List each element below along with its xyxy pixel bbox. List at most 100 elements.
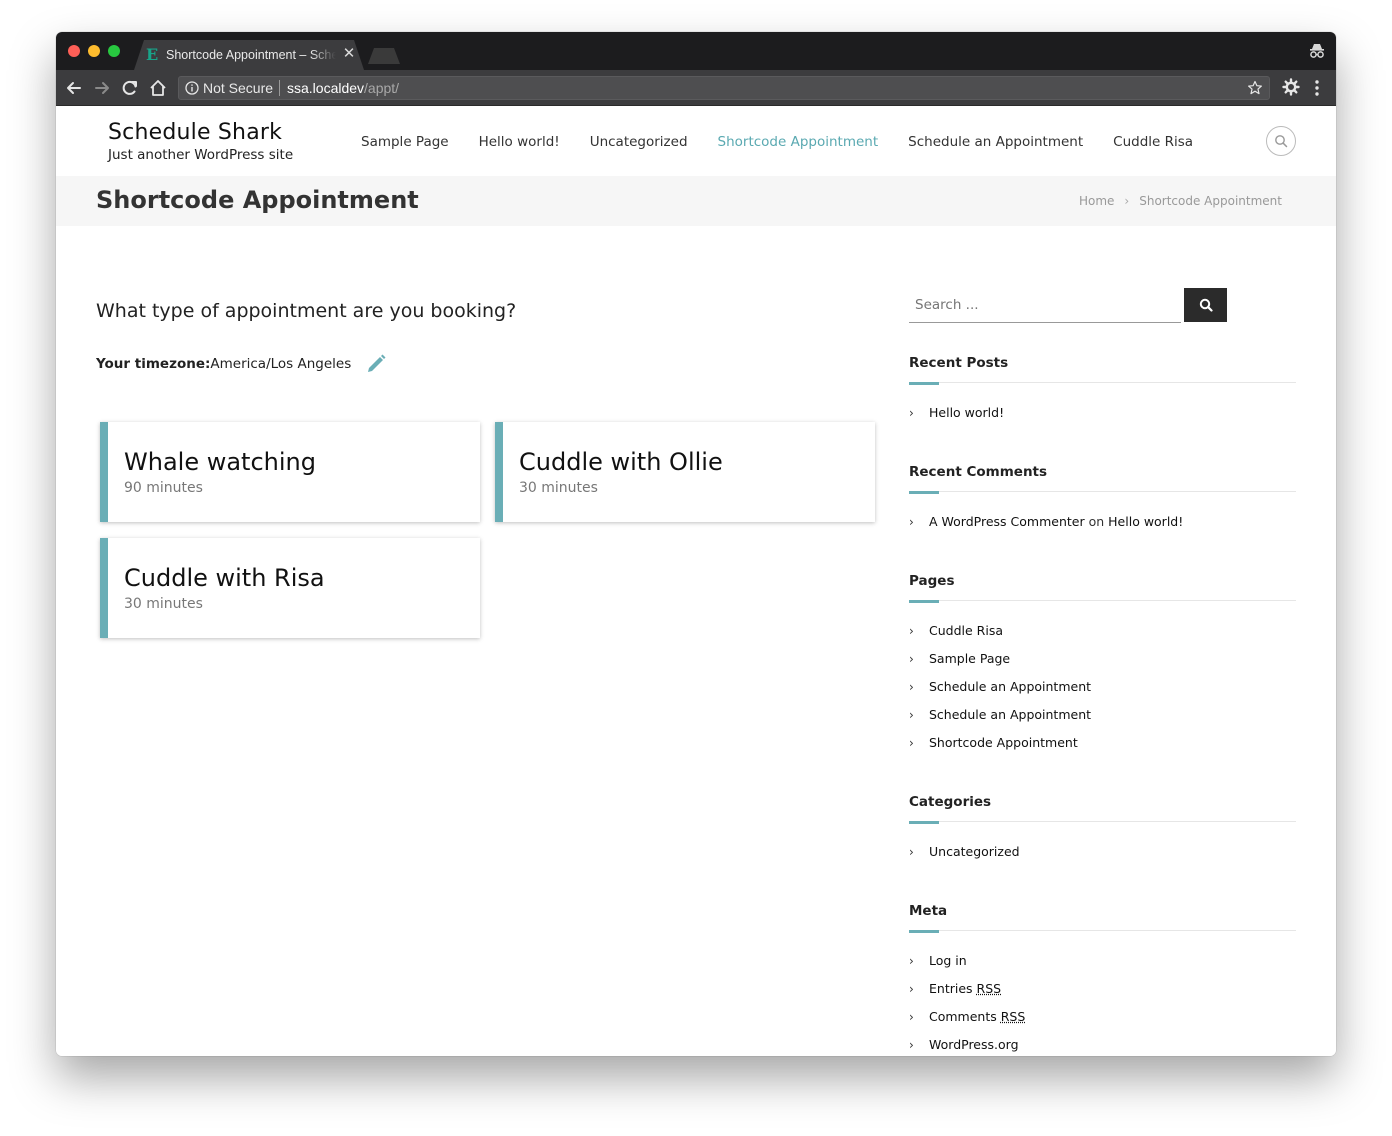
comment-author-link[interactable]: A WordPress Commenter <box>929 514 1085 529</box>
breadcrumb-home[interactable]: Home <box>1079 194 1114 208</box>
widget-title: Recent Posts <box>909 355 1009 371</box>
tab-title[interactable]: Shortcode Appointment – Schedule Shark <box>166 46 336 64</box>
meta-widget: Meta › Log in › Entries RSS › Comments RSS … <box>909 903 1296 1056</box>
widget-divider <box>909 600 1296 603</box>
chevron-right-icon: › <box>909 1038 914 1052</box>
site-title[interactable]: Schedule Shark <box>108 120 282 145</box>
list-item: › Shortcode Appointment <box>909 735 1296 763</box>
page-title: Shortcode Appointment <box>96 186 419 214</box>
login-link[interactable]: Log in <box>929 953 967 968</box>
back-icon[interactable] <box>64 78 84 98</box>
list-item: › Sample Page <box>909 651 1296 679</box>
new-tab-button[interactable] <box>368 48 400 64</box>
chevron-right-icon: › <box>909 736 914 750</box>
page-link[interactable]: Schedule an Appointment <box>929 679 1091 694</box>
pencil-icon[interactable] <box>365 353 387 375</box>
security-status-label: Not Secure <box>203 80 274 96</box>
list-item: › Cuddle Risa <box>909 623 1296 651</box>
widget-title: Pages <box>909 573 955 589</box>
comment-post-link[interactable]: Hello world! <box>1108 514 1183 529</box>
list-item: › Comments RSS <box>909 1009 1296 1037</box>
nav-hello-world[interactable]: Hello world! <box>464 134 575 150</box>
rss-abbr: RSS <box>976 981 1002 996</box>
chevron-right-icon: › <box>909 624 914 638</box>
recent-post-link[interactable]: Hello world! <box>929 405 1004 420</box>
timezone-label: Your timezone: <box>96 356 211 372</box>
appointment-type-title: Whale watching <box>124 448 316 476</box>
chevron-right-icon: › <box>909 515 914 529</box>
star-icon[interactable] <box>1247 80 1263 96</box>
address-bar[interactable]: Not Secure ssa.localdev/appt/ <box>178 76 1270 100</box>
pages-widget: Pages › Cuddle Risa › Sample Page › Schedul… <box>909 573 1296 763</box>
timezone-value: America/Los Angeles <box>210 356 352 372</box>
home-icon[interactable] <box>148 78 168 98</box>
comment-on-text: on <box>1088 514 1105 529</box>
appointment-type-title: Cuddle with Ollie <box>519 448 723 476</box>
breadcrumb: Home › Shortcode Appointment <box>1079 194 1282 208</box>
widget-divider <box>909 821 1296 824</box>
address-url[interactable]: ssa.localdev/appt/ <box>287 79 399 97</box>
recent-posts-widget: Recent Posts › Hello world! <box>909 355 1296 433</box>
minimize-window-button[interactable] <box>88 45 100 57</box>
appointment-type-card[interactable]: Whale watching 90 minutes <box>100 422 480 522</box>
close-window-button[interactable] <box>68 45 80 57</box>
entries-rss-link[interactable]: Entries RSS <box>929 981 1001 996</box>
tab-close-icon[interactable]: ✕ <box>341 45 357 63</box>
widget-divider <box>909 930 1296 933</box>
list-item: › A WordPress Commenter on Hello world! <box>909 514 1296 542</box>
appointment-type-duration: 30 minutes <box>124 596 203 612</box>
header-search-button[interactable] <box>1266 126 1296 156</box>
sidebar-search-input[interactable] <box>909 288 1181 323</box>
web-page: Schedule Shark Just another WordPress si… <box>56 106 1336 1056</box>
page-link[interactable]: Schedule an Appointment <box>929 707 1091 722</box>
browser-titlebar: E Shortcode Appointment – Schedule Shark… <box>56 32 1336 70</box>
incognito-icon <box>1310 44 1324 58</box>
category-link[interactable]: Uncategorized <box>929 844 1020 859</box>
timezone-row: Your timezone: America/Los Angeles <box>96 353 387 375</box>
wordpress-org-link[interactable]: WordPress.org <box>929 1037 1019 1052</box>
site-tagline: Just another WordPress site <box>108 147 294 163</box>
chevron-right-icon: › <box>909 954 914 968</box>
list-item: › WordPress.org <box>909 1037 1296 1056</box>
browser-window: E Shortcode Appointment – Schedule Shark… <box>56 32 1336 1056</box>
entries-label: Entries <box>929 981 973 996</box>
sidebar-search-button[interactable] <box>1184 288 1227 322</box>
nav-schedule-an-appointment[interactable]: Schedule an Appointment <box>893 134 1098 150</box>
menu-icon[interactable] <box>1311 78 1323 98</box>
reload-icon[interactable] <box>120 78 140 98</box>
nav-sample-page[interactable]: Sample Page <box>346 134 464 150</box>
chevron-right-icon: › <box>1124 194 1130 208</box>
nav-uncategorized[interactable]: Uncategorized <box>575 134 703 150</box>
widget-divider <box>909 382 1296 385</box>
address-separator <box>279 80 280 96</box>
address-host: ssa.localdev <box>287 80 365 96</box>
appointment-type-card[interactable]: Cuddle with Ollie 30 minutes <box>495 422 875 522</box>
recent-comments-widget: Recent Comments › A WordPress Commenter o… <box>909 464 1296 542</box>
breadcrumb-current: Shortcode Appointment <box>1139 194 1282 208</box>
info-icon[interactable] <box>185 81 199 95</box>
forward-icon[interactable] <box>92 78 112 98</box>
page-link[interactable]: Sample Page <box>929 651 1010 666</box>
widget-title: Meta <box>909 903 948 919</box>
page-header-bar: Shortcode Appointment Home › Shortcode A… <box>56 176 1336 226</box>
comments-label: Comments <box>929 1009 997 1024</box>
search-icon <box>1199 298 1213 312</box>
primary-navigation: Sample Page Hello world! Uncategorized S… <box>346 134 1208 150</box>
list-item: › Entries RSS <box>909 981 1296 1009</box>
list-item: › Schedule an Appointment <box>909 679 1296 707</box>
chevron-right-icon: › <box>909 680 914 694</box>
list-item: › Schedule an Appointment <box>909 707 1296 735</box>
booking-question: What type of appointment are you booking… <box>96 300 517 322</box>
extension-icon[interactable] <box>1282 78 1300 96</box>
nav-cuddle-risa[interactable]: Cuddle Risa <box>1098 134 1208 150</box>
widget-divider <box>909 491 1296 494</box>
page-link[interactable]: Shortcode Appointment <box>929 735 1078 750</box>
chevron-right-icon: › <box>909 406 914 420</box>
page-link[interactable]: Cuddle Risa <box>929 623 1003 638</box>
appointment-type-card[interactable]: Cuddle with Risa 30 minutes <box>100 538 480 638</box>
chevron-right-icon: › <box>909 708 914 722</box>
address-path: /appt/ <box>364 80 400 96</box>
nav-shortcode-appointment[interactable]: Shortcode Appointment <box>703 134 894 150</box>
zoom-window-button[interactable] <box>108 45 120 57</box>
comments-rss-link[interactable]: Comments RSS <box>929 1009 1025 1024</box>
